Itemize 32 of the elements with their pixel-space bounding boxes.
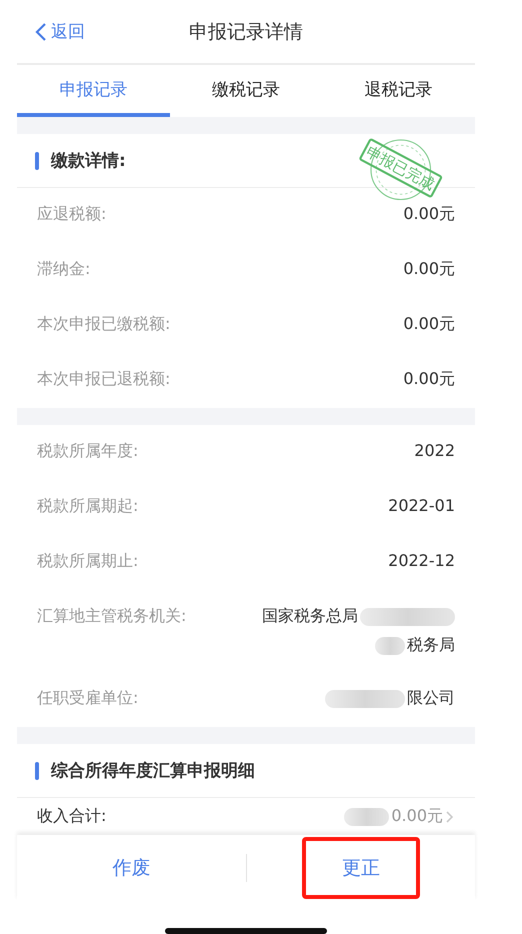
field-label: 任职受雇单位: <box>37 688 138 709</box>
field-label: 滞纳金: <box>37 259 90 280</box>
field-value: 2022-01 <box>388 496 455 515</box>
field-value: 0.00元 <box>403 369 455 390</box>
chevron-icon <box>445 810 455 824</box>
tab[interactable]: 缴税记录 <box>170 65 322 117</box>
tab[interactable]: 退税记录 <box>322 65 475 117</box>
field-label: 税款所属年度: <box>37 441 138 462</box>
field-label: 税款所属期起: <box>37 496 138 517</box>
field-value: 限公司 <box>407 688 455 709</box>
section-marker <box>35 762 39 780</box>
field-label: 本次申报已缴税额: <box>37 314 170 335</box>
section-title: 缴款详情: <box>51 150 126 172</box>
field-value: 0.00元 <box>403 314 455 335</box>
section-title: 综合所得年度汇算申报明细 <box>51 760 255 782</box>
field-label: 税款所属期止: <box>37 551 138 572</box>
income-row[interactable]: 收入合计: 0.00元 <box>17 798 475 835</box>
chevron-icon <box>35 22 47 42</box>
field-label: 应退税额: <box>37 204 106 225</box>
field-label: 本次申报已退税额: <box>37 369 170 390</box>
field-label: 汇算地主管税务机关: <box>37 606 186 627</box>
page-title: 申报记录详情 <box>189 20 303 44</box>
field-value: 0.00元 <box>403 259 455 280</box>
field-value: 0.00元 <box>403 204 455 225</box>
field-value: 税务局 <box>407 635 455 656</box>
action-button[interactable]: 更正 <box>302 837 420 899</box>
field-value: 2022 <box>414 441 455 460</box>
section-marker <box>35 152 39 170</box>
field-value: 国家税务总局 <box>262 606 358 627</box>
action-button[interactable]: 作废 <box>72 843 190 893</box>
back-button[interactable]: 返回 <box>35 20 85 43</box>
field-value: 2022-12 <box>388 551 455 570</box>
